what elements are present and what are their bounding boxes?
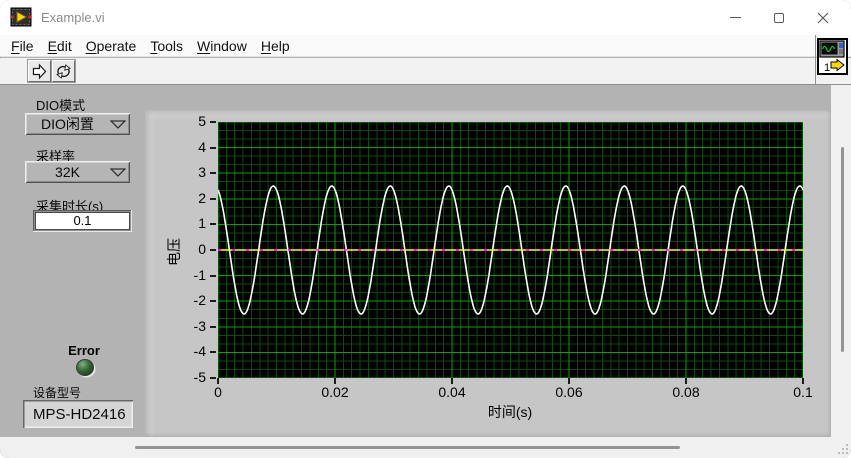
sample-rate-dropdown[interactable]: 32K xyxy=(25,161,130,183)
y-tick-label: 5 xyxy=(160,113,206,130)
labview-app-icon xyxy=(10,6,32,28)
maximize-button[interactable] xyxy=(757,0,801,35)
y-tick-mark xyxy=(210,147,216,149)
device-model-field[interactable]: MPS-HD2416 xyxy=(23,400,133,428)
chevron-down-icon xyxy=(110,168,126,177)
horizontal-scrollbar[interactable] xyxy=(0,437,851,458)
y-tick-mark xyxy=(210,351,216,353)
window-controls xyxy=(713,0,845,35)
horizontal-scroll-thumb[interactable] xyxy=(135,446,680,449)
menu-item-file[interactable]: File xyxy=(4,36,41,56)
y-tick-mark xyxy=(210,300,216,302)
close-button[interactable] xyxy=(801,0,845,35)
icon-separator xyxy=(815,35,816,84)
continuous-run-button[interactable] xyxy=(52,60,75,82)
y-tick-label: -4 xyxy=(160,343,206,360)
y-tick-mark xyxy=(210,172,216,174)
y-tick-mark xyxy=(210,249,216,251)
menu-item-window[interactable]: Window xyxy=(190,36,254,56)
error-label: Error xyxy=(52,343,116,358)
x-tick-label: 0.1 xyxy=(773,384,833,401)
error-led-indicator xyxy=(76,359,94,376)
x-tick-label: 0.06 xyxy=(539,384,599,401)
dio-mode-label: DIO模式 xyxy=(36,95,85,114)
close-icon xyxy=(817,12,829,24)
x-tick-label: 0.02 xyxy=(305,384,365,401)
x-tick-mark xyxy=(217,378,219,384)
x-tick-mark xyxy=(334,378,336,384)
x-tick-mark xyxy=(802,378,804,384)
chevron-down-icon xyxy=(110,120,126,129)
x-tick-mark xyxy=(685,378,687,384)
maximize-icon xyxy=(774,13,784,23)
minimize-icon xyxy=(730,17,741,18)
y-tick-label: -1 xyxy=(160,267,206,284)
sample-rate-value: 32K xyxy=(55,164,80,180)
duration-input[interactable]: 0.1 xyxy=(33,210,132,232)
duration-value: 0.1 xyxy=(35,212,130,230)
y-tick-label: -3 xyxy=(160,318,206,335)
y-tick-label: 3 xyxy=(160,164,206,181)
y-tick-mark xyxy=(210,121,216,123)
device-model-value: MPS-HD2416 xyxy=(33,406,126,423)
device-model-label: 设备型号 xyxy=(33,384,81,401)
y-tick-mark xyxy=(210,326,216,328)
dio-mode-dropdown[interactable]: DIO闲置 xyxy=(25,113,130,135)
vi-corner-icon[interactable]: 1 xyxy=(817,38,848,75)
x-tick-label: 0.04 xyxy=(422,384,482,401)
x-axis-title: 时间(s) xyxy=(460,402,560,422)
run-button[interactable] xyxy=(28,60,51,82)
minimize-button[interactable] xyxy=(713,0,757,35)
title-bar[interactable]: Example.vi xyxy=(0,0,851,35)
menu-item-edit[interactable]: Edit xyxy=(41,36,79,56)
run-arrow-icon xyxy=(30,62,49,81)
y-tick-mark xyxy=(210,198,216,200)
y-tick-mark xyxy=(210,275,216,277)
y-tick-mark xyxy=(210,377,216,379)
x-tick-label: 0.08 xyxy=(656,384,716,401)
continuous-run-icon xyxy=(54,62,73,81)
resize-grip-icon[interactable] xyxy=(836,442,849,455)
y-tick-mark xyxy=(210,223,216,225)
y-tick-label: -2 xyxy=(160,292,206,309)
vi-icon-graphic: 1 xyxy=(819,40,846,73)
x-tick-label: 0 xyxy=(188,384,248,401)
dio-mode-value: DIO闲置 xyxy=(41,114,94,134)
plot-area[interactable] xyxy=(218,122,803,378)
menu-item-help[interactable]: Help xyxy=(254,36,297,56)
x-tick-mark xyxy=(568,378,570,384)
vi-icon-number: 1 xyxy=(824,62,830,73)
menu-bar: File Edit Operate Tools Window Help xyxy=(0,35,851,57)
vertical-scroll-thumb[interactable] xyxy=(841,147,844,352)
menu-item-operate[interactable]: Operate xyxy=(79,36,144,56)
vi-window: Example.vi File Edit Operate Tools Windo… xyxy=(0,0,851,458)
y-tick-label: 1 xyxy=(160,215,206,232)
y-tick-label: 2 xyxy=(160,190,206,207)
toolbar xyxy=(0,58,851,84)
y-tick-label: 0 xyxy=(160,241,206,258)
y-tick-label: 4 xyxy=(160,139,206,156)
vertical-scrollbar[interactable] xyxy=(831,85,851,437)
menu-item-tools[interactable]: Tools xyxy=(143,36,190,56)
x-tick-mark xyxy=(451,378,453,384)
window-title: Example.vi xyxy=(41,10,105,25)
